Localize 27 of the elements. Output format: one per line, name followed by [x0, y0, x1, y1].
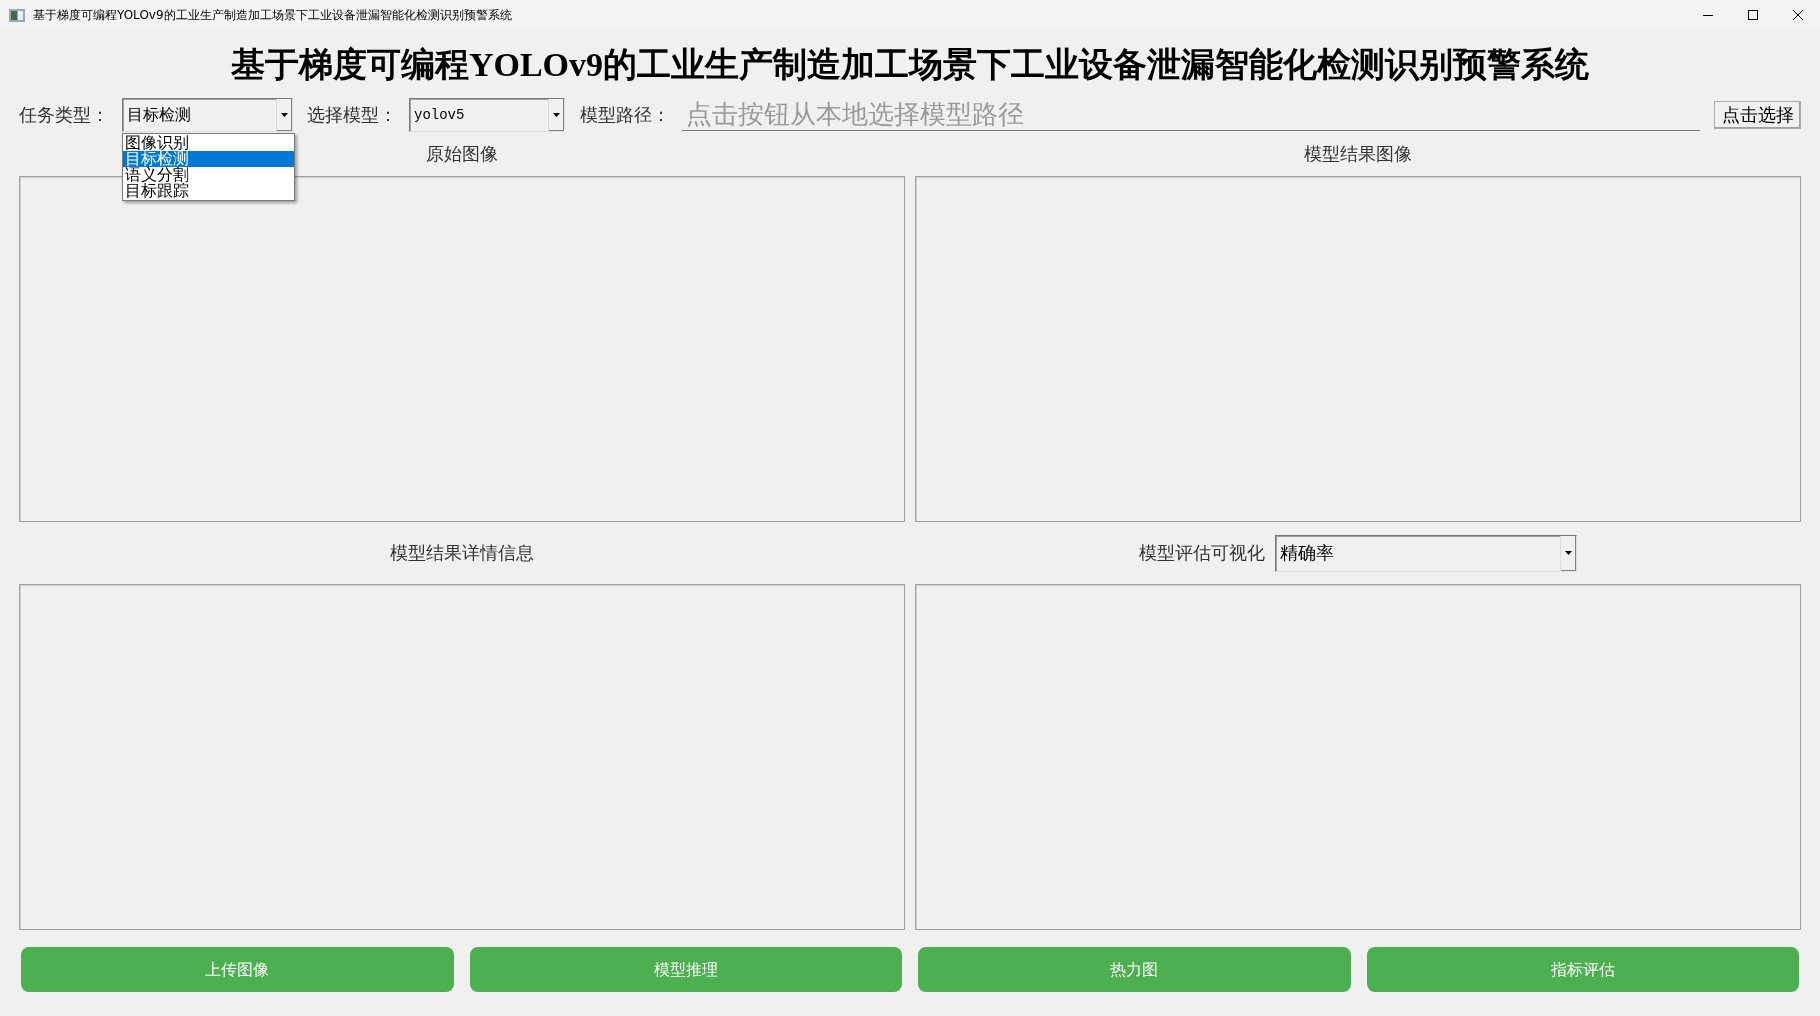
dropdown-value: 目标检测 — [126, 105, 191, 125]
page-heading: 基于梯度可编程YOLOv9的工业生产制造加工场景下工业设备泄漏智能化检测识别预警系统 — [230, 44, 1590, 85]
minimize-icon — [1702, 14, 1713, 16]
caret-icon — [281, 113, 288, 117]
panel-title: 模型结果图像 — [1304, 142, 1412, 166]
field-label: 模型路径： — [580, 103, 671, 127]
dropdown-option[interactable]: 目标检测 — [123, 151, 294, 167]
dropdown-option[interactable]: 图像识别 — [123, 135, 294, 151]
close-icon — [1792, 10, 1803, 20]
dropdown-option[interactable]: 语义分割 — [123, 167, 294, 183]
panel-title: 模型结果详情信息 — [390, 541, 534, 565]
path-field[interactable]: 点击按钮从本地选择模型路径 — [682, 99, 1700, 131]
dropdown[interactable]: yolov5 — [409, 98, 565, 132]
caret-icon — [1565, 551, 1572, 555]
dropdown-value: 精确率 — [1279, 541, 1334, 565]
dropdown[interactable]: 精确率 — [1275, 534, 1577, 572]
choose-button[interactable]: 点击选择 — [1714, 101, 1801, 129]
dropdown-option[interactable]: 目标跟踪 — [123, 183, 294, 199]
panel-title: 模型评估可视化 — [1139, 541, 1265, 565]
field-label: 选择模型： — [307, 103, 398, 127]
caret-icon — [553, 113, 560, 117]
app-icon — [9, 8, 25, 22]
field-label: 任务类型： — [19, 103, 110, 127]
dropdown-value: yolov5 — [413, 105, 465, 125]
maximize-icon — [1747, 10, 1758, 20]
window-title: 基于梯度可编程YOLOv9的工业生产制造加工场景下工业设备泄漏智能化检测识别预警系统 — [33, 7, 512, 24]
panel-title: 原始图像 — [426, 142, 498, 166]
